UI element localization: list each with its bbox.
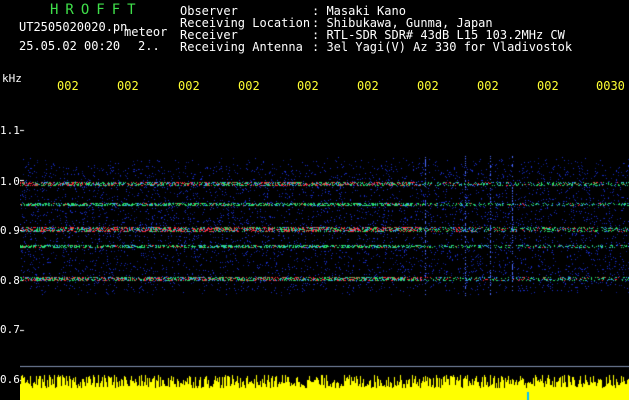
antenna-label: Receiving Antenna <box>180 40 303 54</box>
time-tick-1: 002 <box>57 79 79 93</box>
time-tick-4: 002 <box>238 79 260 93</box>
datetime: 25.05.02 00:20 <box>19 39 121 53</box>
time-tick-7: 002 <box>417 79 439 93</box>
y-tick-0-9: 0.9 <box>0 224 20 237</box>
filename-suffix: meteor <box>124 25 168 39</box>
time-tick-10: 0030 <box>596 79 625 93</box>
spectrogram-plot <box>20 96 629 400</box>
axis-unit: kHz <box>2 72 22 85</box>
time-tick-2: 002 <box>117 79 139 93</box>
y-tick-0-7: 0.7 <box>0 323 20 336</box>
y-tick-0-8: 0.8 <box>0 274 20 287</box>
y-tick-1-1: 1.1 <box>0 124 20 137</box>
filename: UT2505020020.pn <box>19 20 128 34</box>
antenna-value: : 3el Yagi(V) Az 330 for Vladivostok <box>312 40 573 54</box>
time-tick-3: 002 <box>178 79 200 93</box>
app-title: HROFFT <box>50 2 143 18</box>
time-tick-9: 002 <box>537 79 559 93</box>
y-tick-1-0: 1.0 <box>0 175 20 188</box>
time-tick-6: 002 <box>357 79 379 93</box>
y-tick-0-6: 0.6 <box>0 373 20 386</box>
datetime-extra: 2.. <box>138 39 160 53</box>
time-tick-8: 002 <box>477 79 499 93</box>
time-tick-5: 002 <box>297 79 319 93</box>
